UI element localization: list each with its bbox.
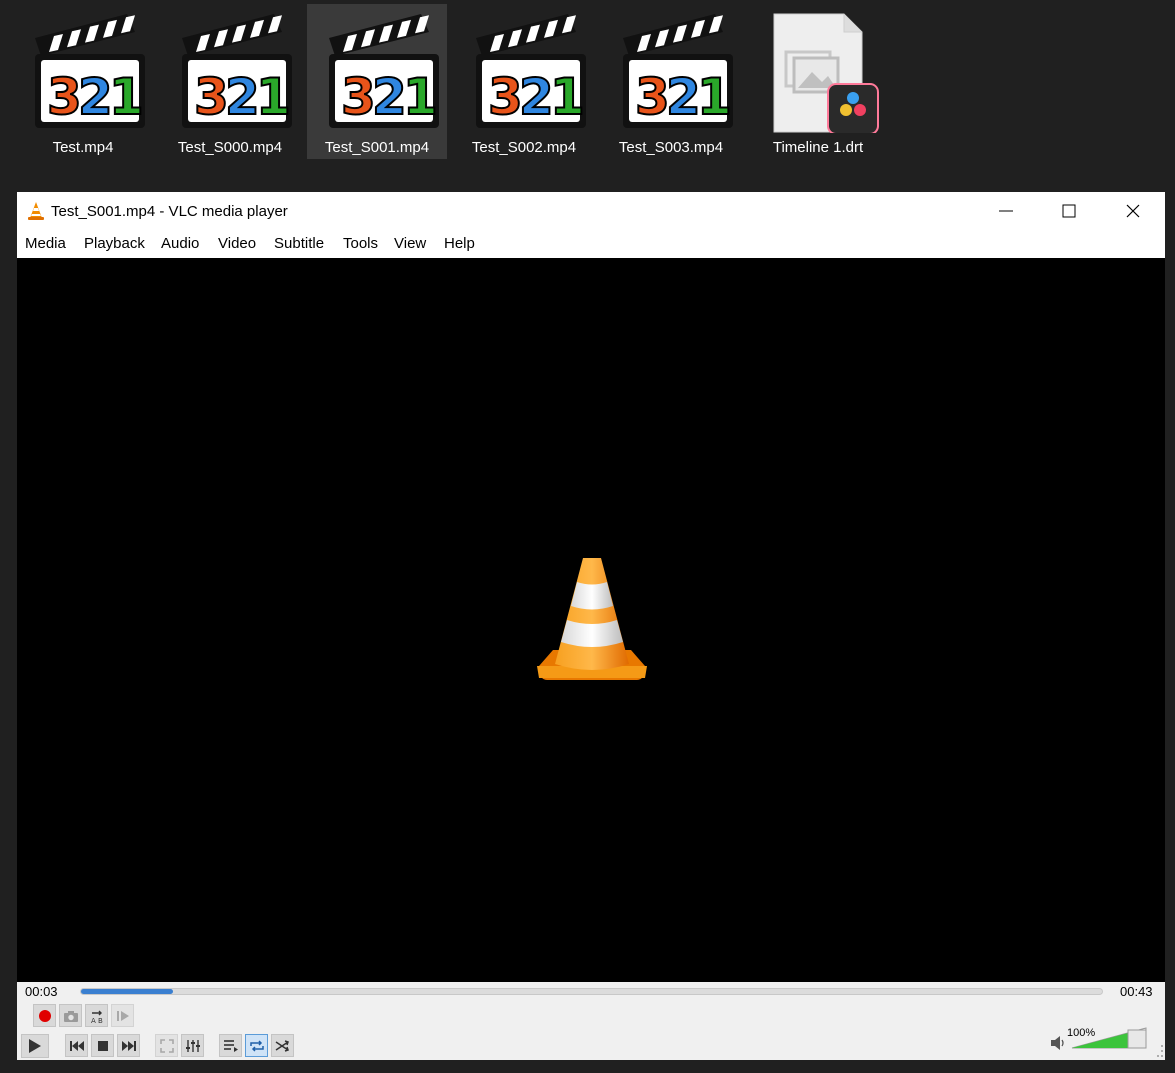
total-time: 00:43 — [1120, 984, 1153, 999]
stop-icon — [97, 1040, 108, 1051]
record-button[interactable] — [33, 1004, 56, 1027]
ab-loop-icon: AB — [91, 1010, 103, 1024]
control-bar: 00:03 00:43 AB 100% — [17, 982, 1165, 1060]
repeat-icon — [249, 1039, 264, 1052]
skip-previous-icon — [69, 1040, 84, 1051]
maximize-button[interactable] — [1046, 192, 1092, 230]
frame-step-icon — [116, 1010, 129, 1021]
menu-media[interactable]: Media — [25, 235, 66, 252]
volume-slider[interactable] — [1070, 1026, 1148, 1050]
thumb-digit: 2 — [519, 68, 554, 126]
seek-progress — [81, 989, 173, 994]
thumb-digit: 2 — [78, 68, 113, 126]
vlc-cone-logo-icon — [537, 558, 647, 680]
next-button[interactable] — [117, 1034, 140, 1057]
playlist-icon — [223, 1039, 238, 1052]
thumb-digit: 3 — [194, 68, 229, 126]
menu-subtitle[interactable]: Subtitle — [274, 235, 324, 252]
thumb-digit: 2 — [666, 68, 701, 126]
thumb-digit: 3 — [47, 68, 82, 126]
maximize-icon — [1062, 204, 1076, 218]
fullscreen-icon — [159, 1038, 174, 1053]
svg-text:B: B — [98, 1017, 103, 1024]
file-test-s003-mp4[interactable]: 321 Test_S003.mp4 — [601, 4, 741, 159]
file-label: Test_S002.mp4 — [471, 139, 577, 156]
vlc-cone-icon — [28, 202, 44, 220]
media-player-classic-321-icon: 321 — [476, 14, 586, 128]
fullscreen-button[interactable] — [155, 1034, 178, 1057]
file-test-s000-mp4[interactable]: 321 Test_S000.mp4 — [160, 4, 300, 159]
thumb-digit: 3 — [488, 68, 523, 126]
extended-settings-button[interactable] — [181, 1034, 204, 1057]
thumb-digit: 1 — [697, 68, 732, 126]
menu-playback[interactable]: Playback — [84, 235, 145, 252]
media-player-classic-321-icon: 321 — [623, 14, 733, 128]
menu-video[interactable]: Video — [218, 235, 256, 252]
media-player-classic-321-icon: 321 — [329, 14, 439, 128]
menu-help[interactable]: Help — [444, 235, 475, 252]
play-icon — [29, 1039, 41, 1053]
file-test-s001-mp4[interactable]: 321 Test_S001.mp4 — [307, 4, 447, 159]
minimize-icon — [999, 210, 1013, 212]
video-area[interactable] — [17, 258, 1165, 982]
skip-next-icon — [121, 1040, 136, 1051]
seek-bar[interactable] — [80, 988, 1103, 995]
file-label: Test_S003.mp4 — [618, 139, 724, 156]
davinci-resolve-file-icon — [773, 13, 879, 133]
resize-grip[interactable] — [1153, 1036, 1165, 1060]
menu-tools[interactable]: Tools — [343, 235, 378, 252]
thumb-digit: 2 — [372, 68, 407, 126]
svg-text:A: A — [91, 1017, 96, 1024]
snapshot-button[interactable] — [59, 1004, 82, 1027]
desktop: 321 Test.mp4 321 Test_S000.mp4 321 Test_… — [0, 0, 1175, 190]
file-test-s002-mp4[interactable]: 321 Test_S002.mp4 — [454, 4, 594, 159]
menu-view[interactable]: View — [394, 235, 426, 252]
file-test-mp4[interactable]: 321 Test.mp4 — [13, 4, 153, 159]
minimize-button[interactable] — [983, 192, 1029, 230]
stop-button[interactable] — [91, 1034, 114, 1057]
window-title: Test_S001.mp4 - VLC media player — [51, 203, 288, 220]
loop-button[interactable] — [245, 1034, 268, 1057]
file-timeline-1-drt[interactable]: Timeline 1.drt — [748, 4, 888, 159]
media-player-classic-321-icon: 321 — [35, 14, 145, 128]
thumb-digit: 1 — [109, 68, 144, 126]
thumb-digit: 1 — [550, 68, 585, 126]
thumb-digit: 1 — [403, 68, 438, 126]
thumb-digit: 2 — [225, 68, 260, 126]
speaker-icon[interactable] — [1050, 1035, 1066, 1051]
record-icon — [38, 1009, 51, 1022]
shuffle-icon — [275, 1039, 289, 1052]
equalizer-sliders-icon — [185, 1039, 200, 1052]
previous-button[interactable] — [65, 1034, 88, 1057]
thumb-digit: 1 — [256, 68, 291, 126]
vlc-window: Test_S001.mp4 - VLC media player Media P… — [17, 192, 1165, 1060]
ab-loop-button[interactable]: AB — [85, 1004, 108, 1027]
thumb-digit: 3 — [341, 68, 376, 126]
file-label: Timeline 1.drt — [772, 139, 864, 156]
file-label: Test.mp4 — [52, 139, 114, 156]
media-player-classic-321-icon: 321 — [182, 14, 292, 128]
close-button[interactable] — [1110, 192, 1156, 230]
file-label: Test_S001.mp4 — [324, 139, 430, 156]
shuffle-button[interactable] — [271, 1034, 294, 1057]
play-button[interactable] — [21, 1034, 49, 1058]
elapsed-time: 00:03 — [25, 984, 58, 999]
menu-bar: Media Playback Audio Video Subtitle Tool… — [17, 230, 1165, 258]
thumb-digit: 3 — [635, 68, 670, 126]
file-label: Test_S000.mp4 — [177, 139, 283, 156]
playlist-button[interactable] — [219, 1034, 242, 1057]
title-bar[interactable]: Test_S001.mp4 - VLC media player — [17, 192, 1165, 230]
camera-icon — [63, 1010, 78, 1022]
menu-audio[interactable]: Audio — [161, 235, 199, 252]
frame-by-frame-button[interactable] — [111, 1004, 134, 1027]
close-icon — [1126, 204, 1140, 218]
